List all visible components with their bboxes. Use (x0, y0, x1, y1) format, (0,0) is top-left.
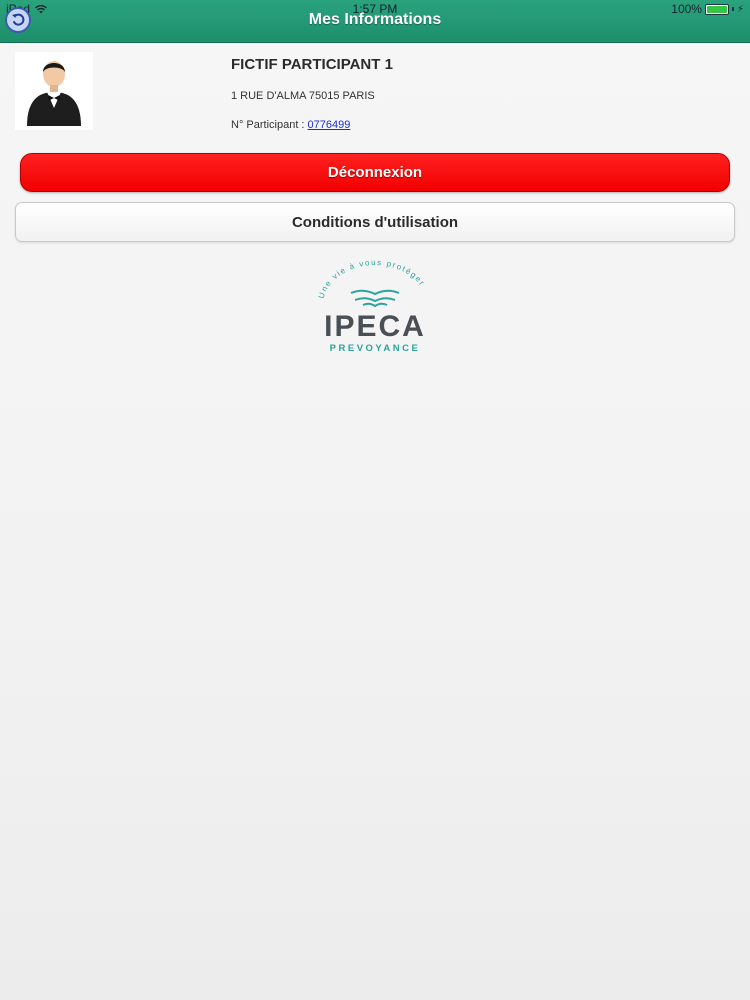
logo-brand: IPECA (324, 310, 426, 343)
participant-address: 1 RUE D'ALMA 75015 PARIS (231, 90, 375, 102)
ipeca-logo-graphic: Une vie à vous protéger IPECA PREVOYANCE (317, 258, 426, 354)
participant-name: FICTIF PARTICIPANT 1 (231, 56, 393, 73)
navigation-bar: iPad 1:57 PM 100% ⚡ Mes Informations (0, 0, 750, 43)
terms-of-use-button[interactable]: Conditions d'utilisation (15, 202, 735, 242)
person-in-suit-icon (27, 61, 81, 126)
book-wave-icon (350, 289, 400, 308)
ipeca-logo: Une vie à vous protéger IPECA PREVOYANCE (305, 255, 445, 360)
participant-number-label: N° Participant : (231, 119, 308, 131)
participant-number-link[interactable]: 0776499 (308, 119, 351, 131)
terms-of-use-label: Conditions d'utilisation (291, 213, 459, 231)
logout-button-label: Déconnexion (327, 164, 423, 181)
avatar (15, 52, 93, 130)
logout-button[interactable]: Déconnexion (20, 153, 730, 192)
logo-subtitle: PREVOYANCE (330, 343, 421, 354)
participant-number-row: N° Participant : 0776499 (231, 119, 350, 131)
page-title: Mes Informations (308, 11, 442, 28)
